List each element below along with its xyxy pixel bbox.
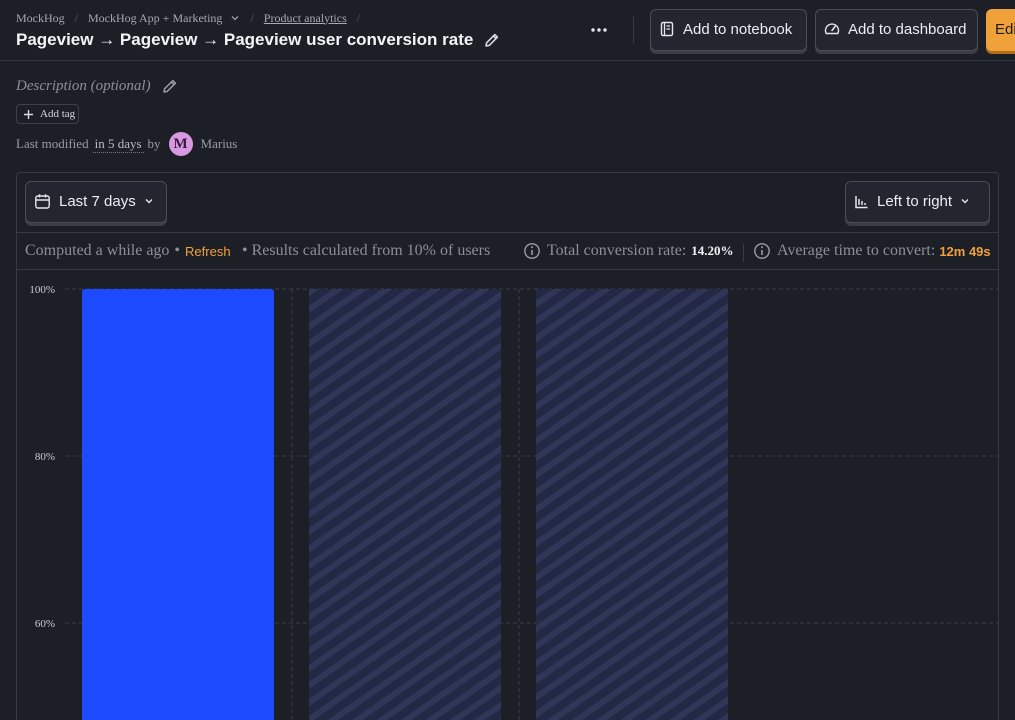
more-horizontal-icon <box>591 28 607 32</box>
add-tag-button[interactable]: Add tag <box>16 104 79 124</box>
avatar[interactable]: M <box>168 132 193 156</box>
info-icon[interactable] <box>753 242 771 260</box>
breadcrumb-separator: / <box>250 10 254 25</box>
breadcrumb-project[interactable]: MockHog App + Marketing <box>88 11 222 26</box>
add-to-dashboard-button[interactable]: Add to dashboard <box>815 9 978 51</box>
chevron-down-icon <box>145 199 153 204</box>
last-modified-by: by <box>147 136 161 151</box>
chevron-down-icon[interactable] <box>230 13 240 23</box>
date-range-select[interactable]: Last 7 days <box>25 181 167 223</box>
divider <box>743 244 744 262</box>
total-conversion-label: Total conversion rate: <box>547 242 687 259</box>
sampling-text: • Results calculated from 10% of users <box>242 242 491 259</box>
notebook-icon <box>660 21 674 37</box>
refresh-button[interactable]: Refresh <box>185 244 231 259</box>
bar-chart-icon <box>855 195 868 208</box>
total-conversion-value: 14.20% <box>691 243 734 258</box>
page-title: Pageview → Pageview → Pageview user conv… <box>16 30 501 50</box>
insight-card: Last 7 days Left to right Computed a whi… <box>16 172 999 720</box>
add-tag-label: Add tag <box>40 108 76 120</box>
description-field[interactable]: Description (optional) <box>16 76 179 96</box>
chevron-down-icon <box>961 199 969 204</box>
funnel-step-bar-1[interactable] <box>82 289 274 720</box>
description-placeholder: Description (optional) <box>16 77 151 94</box>
funnel-chart-svg: 100% 80% 60% <box>29 284 998 720</box>
more-options-button[interactable] <box>587 18 611 42</box>
insight-filters-bar: Last 7 days Left to right <box>17 173 998 233</box>
date-range-value: Last 7 days <box>59 192 136 210</box>
y-tick-label: 60% <box>35 618 55 630</box>
computation-status-bar: Computed a while ago • Refresh • Results… <box>17 234 998 270</box>
funnel-layout-value: Left to right <box>877 192 953 210</box>
last-modified-prefix: Last modified <box>16 136 89 151</box>
funnel-layout-select[interactable]: Left to right <box>845 181 990 223</box>
plus-icon <box>24 109 33 119</box>
y-tick-label: 80% <box>35 451 55 463</box>
top-bar: MockHog / MockHog App + Marketing / Prod… <box>0 0 1015 61</box>
breadcrumb-separator: / <box>356 10 361 25</box>
funnel-step-bar-2[interactable] <box>309 289 501 720</box>
edit-label: Edit <box>995 20 1015 38</box>
total-conversion-rate: Total conversion rate: 14.20% <box>523 242 734 260</box>
average-time-to-convert: Average time to convert: 12m 49s <box>753 242 991 260</box>
pencil-icon[interactable] <box>161 77 179 95</box>
breadcrumb: MockHog / MockHog App + Marketing / Prod… <box>16 10 370 26</box>
calendar-icon <box>35 193 50 209</box>
breadcrumb-org[interactable]: MockHog <box>16 11 65 26</box>
funnel-step-bar-3[interactable] <box>536 289 728 720</box>
info-icon[interactable] <box>523 242 541 260</box>
y-tick-label: 100% <box>29 284 55 296</box>
breadcrumb-section[interactable]: Product analytics <box>264 11 347 26</box>
last-modified-time[interactable]: in 5 days <box>92 136 144 153</box>
sampling-status: • Results calculated from 10% of users <box>242 242 490 260</box>
last-modified: Last modified in 5 days by M Marius <box>16 132 237 156</box>
breadcrumb-separator: / <box>74 10 79 25</box>
add-to-notebook-label: Add to notebook <box>683 20 793 38</box>
bullet-separator: • <box>174 242 181 259</box>
page-title-text: Pageview → Pageview → Pageview user conv… <box>16 30 474 49</box>
funnel-chart: 100% 80% 60% <box>17 271 998 720</box>
average-time-value: 12m 49s <box>939 243 991 259</box>
edit-button[interactable]: Edit <box>986 9 1015 51</box>
add-to-notebook-button[interactable]: Add to notebook <box>650 9 807 51</box>
computed-text: Computed a while ago <box>25 242 170 259</box>
dashboard-gauge-icon <box>824 23 840 35</box>
computed-status: Computed a while ago • Refresh <box>25 242 231 260</box>
pencil-icon[interactable] <box>483 31 501 49</box>
last-modified-user: Marius <box>200 136 238 151</box>
average-time-label: Average time to convert: <box>777 242 936 259</box>
add-to-dashboard-label: Add to dashboard <box>848 20 967 38</box>
divider <box>633 17 634 43</box>
